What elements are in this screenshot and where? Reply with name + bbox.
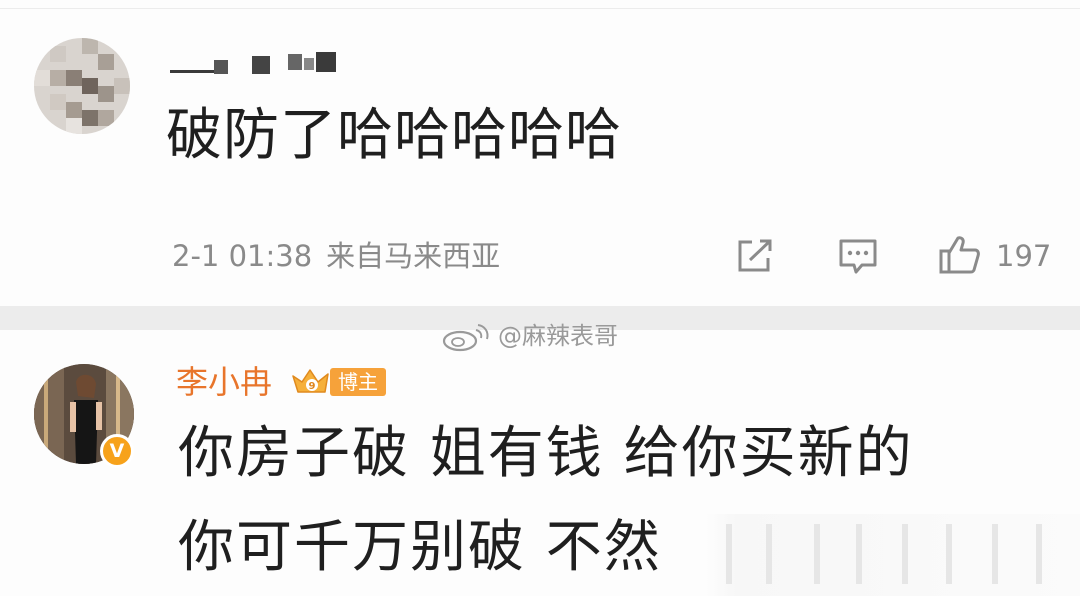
redaction-overlay [706, 514, 1080, 596]
avatar[interactable] [34, 38, 130, 134]
verified-badge: V [100, 434, 134, 468]
username[interactable]: 李小冉 [176, 362, 272, 402]
svg-text:9: 9 [309, 381, 316, 392]
watermark-text: @麻辣表哥 [498, 322, 618, 350]
share-icon[interactable] [736, 238, 774, 274]
weibo-logo-icon [442, 324, 489, 352]
badge-label: 博主 [330, 368, 386, 396]
comment-text-line-1: 你房子破 姐有钱 给你买新的 [178, 421, 914, 486]
like-icon[interactable] [938, 234, 982, 276]
comment-text: 破防了哈哈哈哈哈 [166, 103, 622, 168]
like-count: 197 [996, 239, 1052, 273]
watermark: @麻辣表哥 [440, 319, 618, 353]
comment-icon[interactable] [838, 238, 878, 276]
blogger-badge[interactable]: 9 博主 [290, 366, 388, 398]
comment-time: 2-1 01:38 [172, 239, 313, 273]
username-redacted[interactable] [168, 50, 348, 80]
comment-location: 来自马来西亚 [326, 239, 501, 273]
top-divider [0, 8, 1080, 9]
comment-text-line-2: 你可千万别破 不然 [178, 515, 662, 580]
comment-meta: 2-1 01:38 来自马来西亚 [172, 238, 500, 274]
